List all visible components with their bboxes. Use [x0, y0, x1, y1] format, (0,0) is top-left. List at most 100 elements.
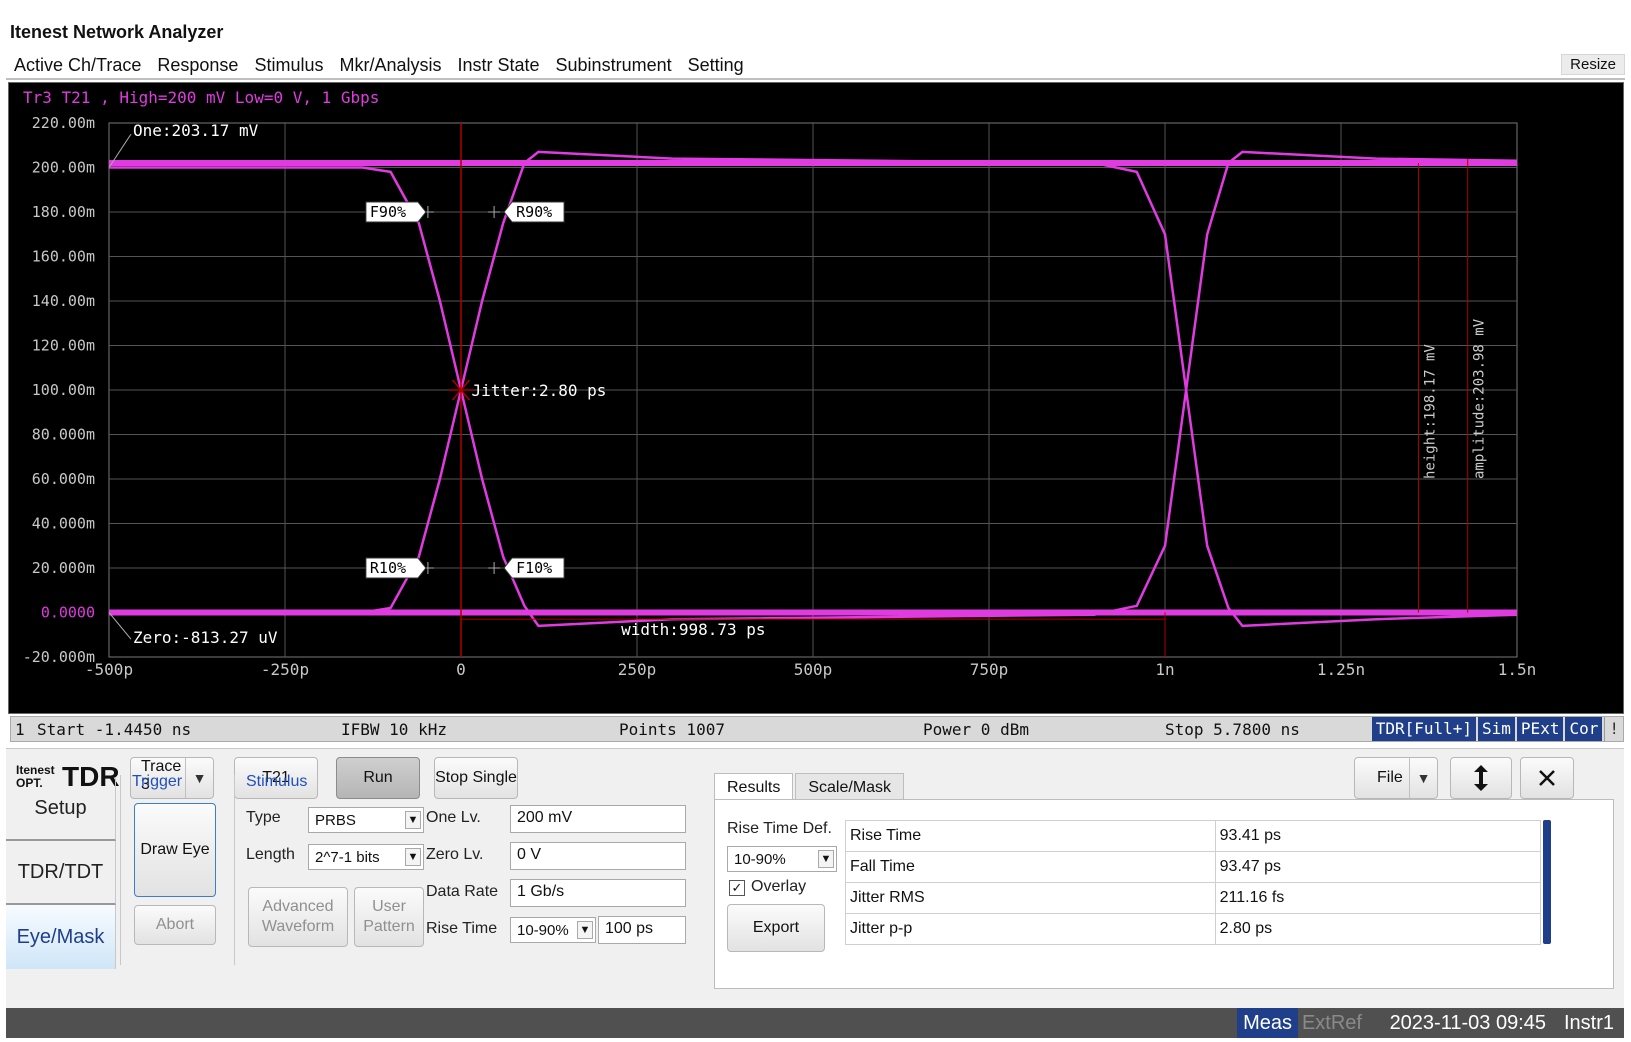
y-tick-label: 220.00m	[32, 114, 95, 132]
close-icon[interactable]	[1520, 757, 1574, 799]
extref-indicator: ExtRef	[1301, 1011, 1362, 1034]
chevron-down-icon: ▼	[405, 811, 421, 829]
bottom-status-bar: Meas ExtRef 2023-11-03 09:45 Instr1	[6, 1008, 1624, 1038]
length-label: Length	[246, 846, 295, 863]
menu-bar: Active Ch/Trace Response Stimulus Mkr/An…	[6, 52, 1625, 78]
start-value[interactable]: Start -1.4450 ns	[37, 720, 191, 739]
badge-pext[interactable]: PExt	[1516, 717, 1564, 741]
y-tick-label: 180.00m	[32, 203, 95, 221]
file-label: File	[1377, 769, 1403, 786]
type-select[interactable]: PRBS ▼	[308, 807, 424, 833]
stop-single-button[interactable]: Stop Single	[434, 757, 518, 799]
file-button[interactable]: File ▼	[1354, 757, 1438, 799]
zero-level-input[interactable]: 0 V	[510, 842, 686, 870]
trigger-group-label: Trigger	[132, 773, 183, 790]
x-tick-label: 1n	[1155, 660, 1174, 679]
badge-cor[interactable]: Cor	[1565, 717, 1603, 741]
x-tick-label: 750p	[970, 660, 1009, 679]
tab-results[interactable]: Results	[714, 773, 794, 802]
chevron-down-icon[interactable]: ▼	[185, 758, 213, 798]
table-row: Jitter p-p 2.80 ps	[845, 913, 1542, 945]
tab-setup[interactable]: Setup	[6, 777, 116, 841]
result-name: Fall Time	[845, 851, 1216, 883]
menu-stimulus[interactable]: Stimulus	[254, 53, 323, 78]
chevron-down-icon: ▼	[818, 850, 834, 868]
zero-leader	[108, 612, 132, 640]
table-row: Rise Time 93.41 ps	[845, 820, 1542, 852]
run-button[interactable]: Run	[336, 757, 420, 799]
overlay-checkbox[interactable]: ✓	[729, 880, 745, 896]
type-value: PRBS	[315, 812, 356, 829]
rise-time-input[interactable]: 100 ps	[598, 916, 686, 944]
y-tick-label: 80.000m	[32, 426, 95, 444]
points-value[interactable]: Points 1007	[619, 720, 725, 739]
result-value: 2.80 ps	[1214, 913, 1542, 945]
jitter-annotation: Jitter:2.80 ps	[472, 381, 607, 400]
x-tick-label: 1.25n	[1317, 660, 1365, 679]
channel-number: 1	[15, 720, 25, 739]
user-pattern-button[interactable]: User Pattern	[354, 887, 424, 947]
divider	[6, 78, 1625, 80]
chevron-down-icon: ▼	[405, 848, 421, 866]
results-table: Rise Time 93.41 ps Fall Time 93.47 ps Ji…	[845, 820, 1542, 945]
results-tabs: Results Scale/Mask	[714, 773, 906, 802]
table-row: Jitter RMS 211.16 fs	[845, 882, 1542, 914]
app-title: Itenest Network Analyzer	[10, 22, 224, 42]
advanced-waveform-button[interactable]: Advanced Waveform	[248, 887, 348, 947]
one-level-input[interactable]: 200 mV	[510, 805, 686, 833]
data-rate-input[interactable]: 1 Gb/s	[510, 879, 686, 907]
tab-tdr-tdt[interactable]: TDR/TDT	[6, 841, 116, 905]
menu-instr-state[interactable]: Instr State	[457, 53, 539, 78]
zero-level-label: Zero Lv.	[426, 846, 484, 863]
marker-tick	[488, 206, 501, 218]
length-select[interactable]: 2^7-1 bits ▼	[308, 844, 424, 870]
result-value: 211.16 fs	[1214, 882, 1542, 914]
ifbw-value[interactable]: IFBW 10 kHz	[341, 720, 447, 739]
eye-diagram-plot[interactable]: Tr3 T21 , High=200 mV Low=0 V, 1 Gbps -50…	[8, 82, 1624, 714]
x-tick-label: 500p	[794, 660, 833, 679]
type-label: Type	[246, 809, 281, 826]
marker-label: R10%	[370, 559, 406, 577]
marker-label: F10%	[516, 559, 552, 577]
stop-value[interactable]: Stop 5.7800 ns	[1165, 720, 1300, 739]
rise-time-def-results-select[interactable]: 10-90% ▼	[727, 846, 837, 872]
draw-eye-button[interactable]: Draw Eye	[134, 803, 216, 897]
menu-mkr-analysis[interactable]: Mkr/Analysis	[339, 53, 441, 78]
rise-def-value: 10-90%	[734, 851, 786, 868]
one-annotation: One:203.17 mV	[133, 121, 259, 140]
datetime: 2023-11-03 09:45	[1389, 1011, 1546, 1034]
y-tick-label: 120.00m	[32, 337, 95, 355]
menu-setting[interactable]: Setting	[688, 53, 744, 78]
badge-tdr[interactable]: TDR[Full+]	[1371, 717, 1477, 741]
menu-response[interactable]: Response	[157, 53, 238, 78]
menu-active-ch-trace[interactable]: Active Ch/Trace	[14, 53, 141, 78]
badge-alert[interactable]: !	[1604, 717, 1623, 741]
maximize-vertical-icon[interactable]	[1450, 757, 1512, 799]
marker-label: F90%	[370, 203, 406, 221]
menu-subinstrument[interactable]: Subinstrument	[556, 53, 672, 78]
width-annotation: width:998.73 ps	[621, 620, 766, 639]
results-scrollbar[interactable]	[1543, 820, 1551, 944]
height-annotation: height:198.17 mV	[1422, 344, 1438, 479]
abort-button[interactable]: Abort	[134, 905, 216, 945]
marker-label: R90%	[516, 203, 552, 221]
data-rate-label: Data Rate	[426, 883, 499, 900]
tab-scale-mask[interactable]: Scale/Mask	[795, 773, 905, 802]
table-row: Fall Time 93.47 ps	[845, 851, 1542, 883]
tab-eye-mask[interactable]: Eye/Mask	[6, 905, 116, 969]
rise-time-label: Rise Time	[426, 920, 498, 937]
length-value: 2^7-1 bits	[315, 849, 380, 866]
power-value[interactable]: Power 0 dBm	[923, 720, 1029, 739]
instrument-label: Instr1	[1563, 1011, 1614, 1034]
meas-indicator[interactable]: Meas	[1237, 1008, 1298, 1038]
badge-sim[interactable]: Sim	[1478, 717, 1515, 741]
y-tick-label: 160.00m	[32, 248, 95, 266]
resize-button[interactable]: Resize	[1561, 54, 1625, 75]
results-panel: Rise Time Def. 10-90% ▼ ✓ Overlay Export…	[714, 799, 1614, 989]
export-button[interactable]: Export	[727, 904, 825, 952]
chevron-down-icon[interactable]: ▼	[1409, 758, 1437, 798]
amplitude-annotation: amplitude:203.98 mV	[1472, 318, 1488, 479]
rise-time-def-label: Rise Time Def.	[727, 820, 832, 837]
rise-time-def-select[interactable]: 10-90% ▼	[510, 917, 596, 943]
result-name: Rise Time	[845, 820, 1216, 852]
